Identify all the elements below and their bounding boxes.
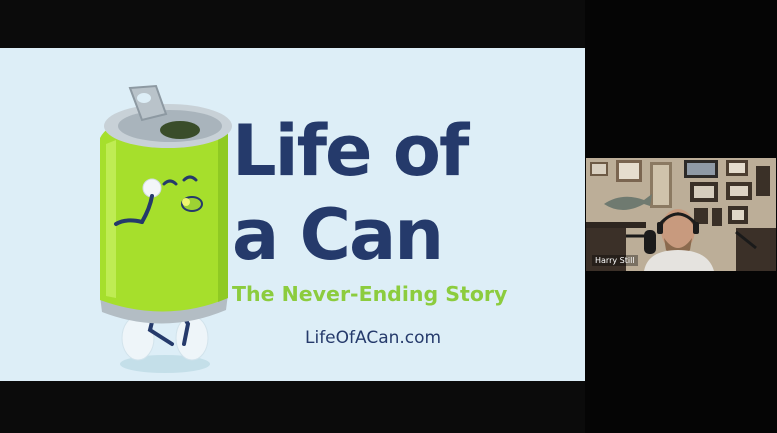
slide-tagline: The Never-Ending Story (232, 282, 508, 306)
participant-panel: Harry Still (585, 0, 777, 433)
presentation-slide: Life of a Can The Never-Ending Story Lif… (0, 48, 585, 381)
participant-video-tile[interactable]: Harry Still (586, 158, 776, 271)
can-mascot-icon (100, 84, 232, 373)
slide-website: LifeOfACan.com (305, 328, 442, 348)
participant-name-label: Harry Still (592, 255, 638, 266)
screen-share-area: Life of a Can The Never-Ending Story Lif… (0, 0, 585, 433)
slide-title-line-1: Life of (232, 110, 469, 192)
slide-title-line-2: a Can (232, 194, 444, 276)
